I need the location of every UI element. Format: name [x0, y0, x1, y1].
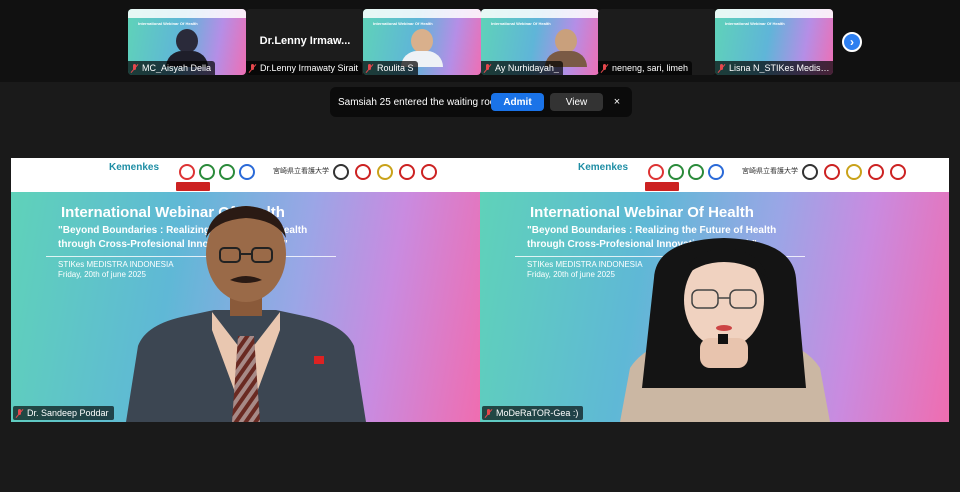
speaker-video: [126, 206, 366, 422]
view-button[interactable]: View: [550, 93, 603, 111]
participant-thumb[interactable]: International Webinar Of Health Ay Nurhi…: [481, 9, 599, 75]
mic-muted-icon: [485, 408, 493, 418]
participant-name: Dr. Sandeep Poddar: [27, 408, 109, 418]
moderator-video: [620, 238, 830, 422]
video-tile[interactable]: Kemenkes 宮崎県立看護大学 International Webinar …: [480, 158, 949, 422]
logo-icon: [802, 164, 818, 180]
logo-icon: [377, 164, 393, 180]
logo-icon: [668, 164, 684, 180]
participant-name-bar: MC_Aisyah Della: [128, 61, 216, 75]
participant-name: Dr.Lenny Irmawaty Sirait: [260, 63, 359, 73]
participant-thumb[interactable]: International Webinar Of Health Roulita …: [363, 9, 481, 75]
webinar-header: [363, 9, 481, 18]
participant-strip: International Webinar Of Health MC_Aisya…: [0, 0, 960, 82]
participant-name: neneng, sari, limeh: [612, 63, 689, 73]
participant-name-bar: Lisna N_STIKes Medistra...: [715, 61, 833, 75]
participant-thumb[interactable]: Dr.Lenny Irmaw... Dr.Lenny Irmawaty Sira…: [246, 9, 364, 75]
university-logo-text: 宮崎県立看護大学: [273, 168, 329, 175]
logo-icon: [890, 164, 906, 180]
lincoln-logo: [645, 182, 679, 191]
logo-icon: [399, 164, 415, 180]
close-icon[interactable]: ×: [610, 93, 624, 111]
chevron-right-icon: ›: [850, 35, 854, 49]
mic-muted-icon: [16, 408, 24, 418]
participant-name-bar: Dr.Lenny Irmawaty Sirait: [246, 61, 363, 75]
participant-name: Lisna N_STIKes Medistra...: [729, 63, 832, 73]
sponsor-logo-bar: Kemenkes 宮崎県立看護大学: [480, 158, 949, 192]
participant-thumb[interactable]: International Webinar Of Health MC_Aisya…: [128, 9, 246, 75]
waiting-room-notification: Samsiah 25 entered the waiting room Admi…: [330, 87, 632, 117]
mic-muted-icon: [601, 63, 609, 73]
thumb-title: International Webinar Of Health: [725, 21, 785, 26]
participant-thumb[interactable]: neneng, sari, limeh: [598, 9, 716, 75]
participant-display-name: Dr.Lenny Irmaw...: [259, 35, 351, 47]
participant-thumb[interactable]: International Webinar Of Health Lisna N_…: [715, 9, 833, 75]
university-logo-text: 宮崎県立看護大学: [742, 168, 798, 175]
admit-button[interactable]: Admit: [491, 93, 544, 111]
video-tile[interactable]: Kemenkes 宮崎県立看護大学 International Webinar …: [11, 158, 480, 422]
participant-name: Ay Nurhidayah_: [495, 63, 559, 73]
participant-name-bar: Ay Nurhidayah_: [481, 61, 563, 75]
logo-icon: [824, 164, 840, 180]
webinar-title: International Webinar Of Health: [530, 204, 754, 221]
lincoln-logo: [176, 182, 210, 191]
mic-muted-icon: [484, 63, 492, 73]
webinar-header: [715, 9, 833, 18]
thumb-title: International Webinar Of Health: [373, 21, 433, 26]
thumb-title: International Webinar Of Health: [138, 21, 198, 26]
participant-name-bar: MoDeRaTOR-Gea :): [482, 406, 584, 420]
logo-icon: [219, 164, 235, 180]
mic-muted-icon: [249, 63, 257, 73]
logo-icon: [648, 164, 664, 180]
mic-muted-icon: [366, 63, 374, 73]
logo-icon: [868, 164, 884, 180]
logo-icon: [239, 164, 255, 180]
sponsor-logo-bar: Kemenkes 宮崎県立看護大学: [11, 158, 480, 192]
logo-icon: [333, 164, 349, 180]
logo-icon: [688, 164, 704, 180]
webinar-header: [481, 9, 599, 18]
logo-icon: [355, 164, 371, 180]
participant-name-bar: neneng, sari, limeh: [598, 61, 693, 75]
logo-icon: [179, 164, 195, 180]
logo-icon: [708, 164, 724, 180]
kemenkes-logo: Kemenkes: [109, 162, 160, 173]
mic-muted-icon: [718, 63, 726, 73]
notification-message: Samsiah 25 entered the waiting room: [338, 96, 504, 108]
kemenkes-logo: Kemenkes: [578, 162, 629, 173]
participant-name-bar: Dr. Sandeep Poddar: [13, 406, 114, 420]
logo-icon: [421, 164, 437, 180]
webinar-header: [128, 9, 246, 18]
participant-name-bar: Roulita S: [363, 61, 418, 75]
next-page-button[interactable]: ›: [842, 32, 862, 52]
participant-name: Roulita S: [377, 63, 414, 73]
participant-name: MoDeRaTOR-Gea :): [496, 408, 579, 418]
logo-icon: [199, 164, 215, 180]
participant-name: MC_Aisyah Della: [142, 63, 212, 73]
mic-muted-icon: [131, 63, 139, 73]
thumb-title: International Webinar Of Health: [491, 21, 551, 26]
logo-icon: [846, 164, 862, 180]
subtitle-line: "Beyond Boundaries : Realizing the Futur…: [527, 225, 777, 236]
